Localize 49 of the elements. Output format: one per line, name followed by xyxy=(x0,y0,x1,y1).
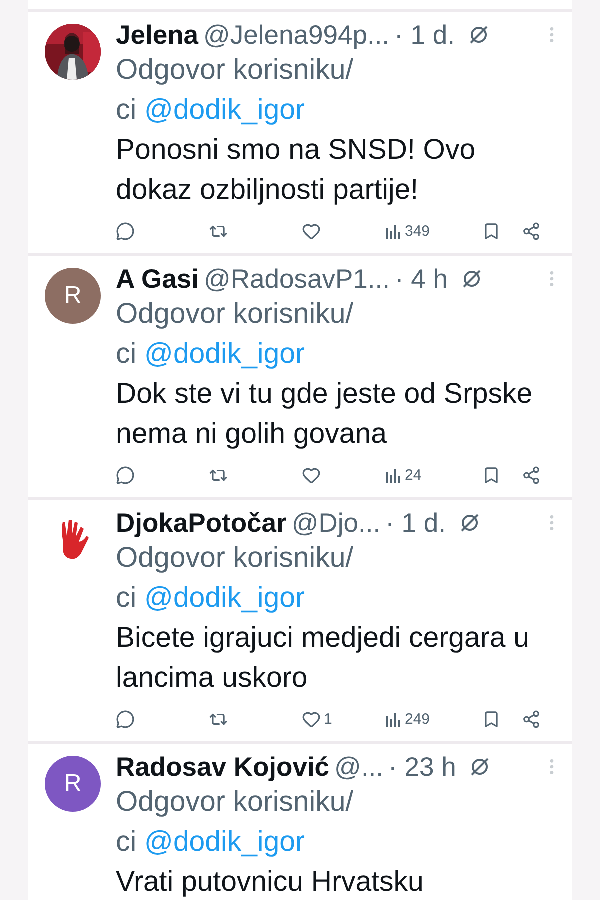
post-text: Ponosni smo na SNSD! Ovo dokaz ozbiljnosti partije! xyxy=(116,133,477,208)
bar-chart-icon[interactable] xyxy=(384,466,402,484)
reply-label: Odgovor korisniku/ xyxy=(116,53,355,88)
bookmark-icon[interactable] xyxy=(482,710,501,728)
view-count: 249 xyxy=(405,710,430,728)
bar-chart-icon[interactable] xyxy=(384,222,402,240)
reply-icon[interactable] xyxy=(116,222,135,240)
bookmark-icon[interactable] xyxy=(482,222,501,240)
avatar[interactable]: R xyxy=(45,756,101,812)
reply-label: Odgovor korisniku/ xyxy=(116,297,355,332)
author-name[interactable]: DjokaPotočar xyxy=(116,508,287,538)
like-icon[interactable] xyxy=(302,222,321,240)
like-icon[interactable] xyxy=(302,710,321,728)
post-text: Vrati putovnicu Hrvatsku xyxy=(116,865,425,900)
author-name[interactable]: Radosav Kojović xyxy=(116,752,330,782)
bookmark-icon[interactable] xyxy=(482,466,501,484)
reply-icon[interactable] xyxy=(116,710,135,728)
slashed-circle-icon[interactable] xyxy=(469,756,492,778)
author-name[interactable]: A Gasi xyxy=(116,264,199,294)
reply-label: ci xyxy=(116,94,137,126)
slashed-circle-icon[interactable] xyxy=(468,24,490,46)
post-time: · 23 h xyxy=(388,752,456,782)
author-handle[interactable]: @RadosavP1... xyxy=(204,264,390,294)
author-name[interactable]: Jelena xyxy=(116,20,199,50)
author-handle[interactable]: @Djo... xyxy=(292,508,381,538)
share-icon[interactable] xyxy=(522,710,541,728)
post-time: · 1 d. xyxy=(386,508,446,538)
reply-label: ci xyxy=(116,826,137,858)
reply-label: ci xyxy=(116,582,137,614)
share-icon[interactable] xyxy=(522,222,541,240)
reply-label: Odgovor korisniku/ xyxy=(116,785,355,820)
author-handle[interactable]: @Jelena994p... xyxy=(204,20,390,50)
bar-chart-icon[interactable] xyxy=(384,710,402,728)
post-time: · 1 d. xyxy=(394,20,455,50)
share-icon[interactable] xyxy=(522,466,541,484)
slashed-circle-icon[interactable] xyxy=(461,268,483,290)
like-icon[interactable] xyxy=(302,466,321,484)
like-count: 1 xyxy=(324,710,332,728)
author-handle[interactable]: @... xyxy=(334,752,384,782)
view-count: 349 xyxy=(405,222,430,240)
post-text: Bicete igrajuci medjedi cergara u lancima uskoro xyxy=(116,621,530,696)
avatar[interactable]: R xyxy=(45,268,101,324)
post-time: · 4 h xyxy=(394,264,448,294)
reply-label: Odgovor korisniku/ xyxy=(116,541,355,576)
reply-label: ci xyxy=(116,338,137,370)
view-count: 24 xyxy=(405,466,422,484)
slashed-circle-icon[interactable] xyxy=(458,512,481,534)
reply-icon[interactable] xyxy=(116,466,135,484)
post-text: Dok ste vi tu gde jeste od Srpske nema ni golih govana xyxy=(116,377,534,452)
